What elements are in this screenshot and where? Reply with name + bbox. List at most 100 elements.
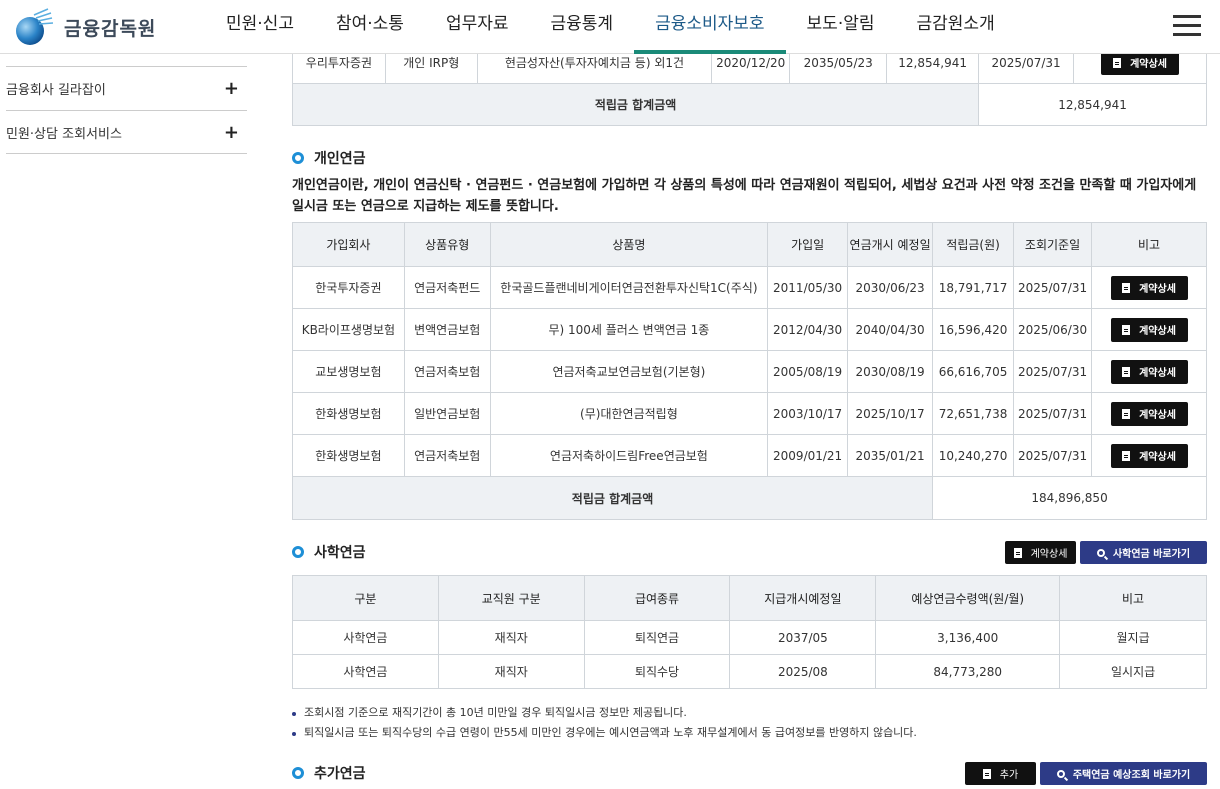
table-cell: 2003/10/17 xyxy=(767,392,849,435)
logo-icon xyxy=(14,7,54,47)
sidebar: 금융회사 길라잡이 + 민원·상담 조회서비스 + xyxy=(6,66,247,154)
personal-pension-table: 가입회사 상품유형 상품명 가입일 연금개시 예정일 적립금(원) 조회기준일 … xyxy=(291,222,1207,520)
search-icon xyxy=(1056,769,1065,778)
table-cell: 84,773,280 xyxy=(875,654,1061,689)
column-header: 구분 xyxy=(292,575,439,621)
header: 금융감독원 민원·신고 참여·소통 업무자료 금융통계 금융소비자보호 보도·알… xyxy=(0,0,1220,54)
table-cell: 월지급 xyxy=(1059,620,1207,655)
bullet-ring-icon xyxy=(292,546,304,558)
sidebar-item-complaint-lookup[interactable]: 민원·상담 조회서비스 + xyxy=(6,110,247,154)
total-value: 184,896,850 xyxy=(932,476,1207,520)
column-header: 예상연금수령액(원/월) xyxy=(875,575,1061,621)
table-row: 한국투자증권 연금저축펀드 한국골드플랜네비게이터연금전환투자신탁1C(주식) … xyxy=(292,266,1207,309)
column-header: 가입회사 xyxy=(292,222,405,267)
table-cell: 연금저축펀드 xyxy=(403,266,491,309)
nav-item-consumer-protection[interactable]: 금융소비자보호 xyxy=(634,0,787,54)
add-pension-button[interactable]: 추가 xyxy=(965,762,1036,785)
teacher-contract-detail-button[interactable]: 계약상세 xyxy=(1005,541,1076,564)
sidebar-item-label: 민원·상담 조회서비스 xyxy=(6,126,122,142)
column-header: 비고 xyxy=(1059,575,1207,621)
housing-pension-goto-button[interactable]: 주택연금 예상조회 바로가기 xyxy=(1040,762,1207,785)
nav-item-press[interactable]: 보도·알림 xyxy=(786,0,896,54)
note-item: 퇴직일시금 또는 퇴직수당의 수급 연령이 만55세 미만인 경우에는 예시연금… xyxy=(292,723,917,743)
teacher-pension-notes: 조회시점 기준으로 재직기간이 총 10년 미만일 경우 퇴직일시금 정보만 제… xyxy=(292,703,917,743)
column-header: 비고 xyxy=(1091,222,1207,267)
table-cell: 2025/07/31 xyxy=(1013,350,1093,393)
column-header: 상품유형 xyxy=(403,222,491,267)
table-cell: 2025/07/31 xyxy=(1013,392,1093,435)
table-cell: 한국골드플랜네비게이터연금전환투자신탁1C(주식) xyxy=(489,266,769,309)
teacher-pension-table: 구분 교직원 구분 급여종류 지급개시예정일 예상연금수령액(원/월) 비고 사… xyxy=(292,575,1207,689)
table-cell: 재직자 xyxy=(437,654,585,689)
table-row: 교보생명보험 연금저축보험 연금저축교보연금보험(기본형) 2005/08/19… xyxy=(292,350,1207,393)
table-cell: (무)대한연금적립형 xyxy=(489,392,769,435)
bullet-ring-icon xyxy=(292,152,304,164)
table-cell: 2025/07/31 xyxy=(1013,434,1093,477)
table-cell: 66,616,705 xyxy=(932,350,1015,393)
column-header: 급여종류 xyxy=(583,575,731,621)
table-row: 사학연금 재직자 퇴직수당 2025/08 84,773,280 일시지급 xyxy=(292,654,1207,689)
nav-item-statistics[interactable]: 금융통계 xyxy=(530,0,635,54)
column-header: 조회기준일 xyxy=(1013,222,1093,267)
note-item: 조회시점 기준으로 재직기간이 총 10년 미만일 경우 퇴직일시금 정보만 제… xyxy=(292,703,917,723)
column-header: 교직원 구분 xyxy=(437,575,585,621)
document-icon xyxy=(1113,57,1122,68)
column-header: 지급개시예정일 xyxy=(729,575,877,621)
contract-detail-button[interactable]: 계약상세 xyxy=(1110,359,1188,384)
hamburger-menu-icon[interactable] xyxy=(1173,15,1201,37)
column-header: 가입일 xyxy=(767,222,849,267)
contract-detail-button[interactable]: 계약상세 xyxy=(1110,401,1188,426)
document-icon xyxy=(1122,408,1131,419)
table-cell: 한국투자증권 xyxy=(292,266,405,309)
section-title-teacher-pension: 사학연금 xyxy=(292,542,366,562)
table-cell: 한화생명보험 xyxy=(292,434,405,477)
table-cell: 72,651,738 xyxy=(932,392,1015,435)
document-icon xyxy=(1122,324,1131,335)
table-cell: 연금저축하이드림Free연금보험 xyxy=(489,434,769,477)
table-cell: KB라이프생명보험 xyxy=(292,308,405,351)
table-row: 사학연금 재직자 퇴직연금 2037/05 3,136,400 월지급 xyxy=(292,620,1207,655)
table-cell: 재직자 xyxy=(437,620,585,655)
table-cell: 연금저축교보연금보험(기본형) xyxy=(489,350,769,393)
table-cell: 2011/05/30 xyxy=(767,266,849,309)
table-cell: 계약상세 xyxy=(1091,434,1207,477)
nav-item-participation[interactable]: 참여·소통 xyxy=(315,0,425,54)
nav-item-materials[interactable]: 업무자료 xyxy=(425,0,530,54)
document-icon xyxy=(1122,282,1131,293)
document-icon xyxy=(1013,547,1022,558)
teacher-pension-goto-button[interactable]: 사학연금 바로가기 xyxy=(1080,541,1207,564)
total-label: 적립금 합계금액 xyxy=(291,83,980,126)
table-cell: 2025/06/30 xyxy=(1013,308,1093,351)
table-row: 한화생명보험 연금저축보험 연금저축하이드림Free연금보험 2009/01/2… xyxy=(292,434,1207,477)
sidebar-item-label: 금융회사 길라잡이 xyxy=(6,83,106,98)
table-cell: 2025/07/31 xyxy=(1013,266,1093,309)
column-header: 적립금(원) xyxy=(932,222,1015,267)
table-header-row: 구분 교직원 구분 급여종류 지급개시예정일 예상연금수령액(원/월) 비고 xyxy=(292,575,1207,621)
nav-item-about[interactable]: 금감원소개 xyxy=(896,0,1016,54)
table-cell: 사학연금 xyxy=(292,654,439,689)
plus-icon: + xyxy=(223,78,239,99)
section-title-additional-pension: 추가연금 xyxy=(292,763,366,783)
table-cell: 2009/01/21 xyxy=(767,434,849,477)
table-cell: 무) 100세 플러스 변액연금 1종 xyxy=(489,308,769,351)
table-cell: 2037/05 xyxy=(729,620,877,655)
total-label: 적립금 합계금액 xyxy=(291,476,934,520)
nav-item-complaint[interactable]: 민원·신고 xyxy=(205,0,315,54)
table-cell: 2030/08/19 xyxy=(847,350,934,393)
table-row: KB라이프생명보험 변액연금보험 무) 100세 플러스 변액연금 1종 201… xyxy=(292,308,1207,351)
table-cell: 16,596,420 xyxy=(932,308,1015,351)
sidebar-item-company-guide[interactable]: 금융회사 길라잡이 + xyxy=(6,66,247,110)
table-cell: 연금저축보험 xyxy=(403,434,491,477)
logo[interactable]: 금융감독원 xyxy=(14,7,156,47)
contract-detail-button[interactable]: 계약상세 xyxy=(1110,443,1188,468)
table-header-row: 가입회사 상품유형 상품명 가입일 연금개시 예정일 적립금(원) 조회기준일 … xyxy=(292,222,1207,267)
contract-detail-button[interactable]: 계약상세 xyxy=(1110,275,1188,300)
table-cell: 변액연금보험 xyxy=(403,308,491,351)
table-cell: 2025/10/17 xyxy=(847,392,934,435)
contract-detail-button[interactable]: 계약상세 xyxy=(1110,317,1188,342)
total-row: 적립금 합계금액 12,854,941 xyxy=(291,83,1207,126)
table-cell: 2005/08/19 xyxy=(767,350,849,393)
table-cell: 퇴직연금 xyxy=(583,620,731,655)
document-icon xyxy=(1122,366,1131,377)
contract-detail-button[interactable]: 계약상세 xyxy=(1101,50,1180,75)
